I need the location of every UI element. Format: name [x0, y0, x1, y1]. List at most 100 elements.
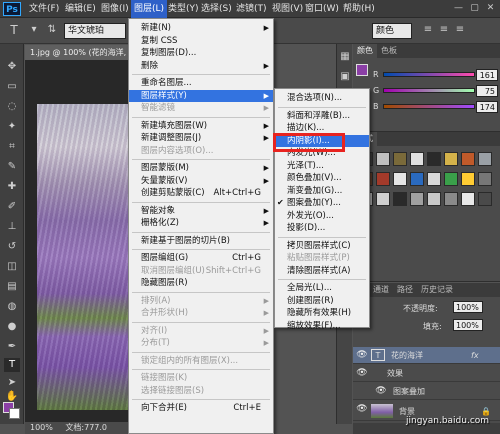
menu-filter[interactable]: 滤镜(T)	[233, 0, 270, 18]
gradient-tool-icon[interactable]: ▤	[4, 280, 20, 294]
style-swatch[interactable]	[393, 192, 407, 206]
font-family-select[interactable]: 华文琥珀	[64, 23, 126, 39]
layer-style-item[interactable]: 内阴影(I)...	[275, 134, 369, 147]
menu-layer[interactable]: 图层(L)	[131, 0, 168, 18]
align-center-icon[interactable]: ≡	[436, 23, 452, 37]
layer-menu-item[interactable]: 新建基于图层的切片(B)	[129, 235, 273, 247]
layer-menu-item[interactable]: 复制图层(D)...	[129, 47, 273, 59]
pen-tool-icon[interactable]: ✒	[4, 340, 20, 354]
g-slider[interactable]	[383, 88, 475, 93]
style-swatch[interactable]	[444, 152, 458, 166]
layer-style-item[interactable]: ✔ 图案叠加(Y)...	[275, 197, 369, 209]
fill-input[interactable]: 100%	[453, 319, 483, 331]
r-value[interactable]: 161	[476, 69, 498, 81]
layer-menu-item[interactable]: 矢量蒙版(V) ▶	[129, 175, 273, 187]
path-selection-icon[interactable]: ➤	[4, 376, 20, 390]
style-swatch[interactable]	[461, 172, 475, 186]
style-swatch[interactable]	[393, 172, 407, 186]
style-swatch[interactable]	[410, 172, 424, 186]
layer-style-item[interactable]: 斜面和浮雕(B)...	[275, 110, 369, 122]
style-swatch[interactable]	[427, 152, 441, 166]
menu-edit[interactable]: 编辑(E)	[62, 0, 99, 18]
eye-icon[interactable]: 👁	[356, 367, 368, 379]
layer-style-item[interactable]: 混合选项(N)...	[275, 92, 369, 104]
layer-style-item[interactable]: 全局光(L)...	[275, 282, 369, 294]
layer-row-text[interactable]: 👁 T 花的海洋 fx	[353, 347, 500, 364]
eye-icon[interactable]: 👁	[356, 403, 368, 415]
layer-style-item[interactable]: 内发光(W)...	[275, 147, 369, 159]
layer-menu-item[interactable]: 新建调整图层(J) ▶	[129, 132, 273, 144]
orientation-toggle-icon[interactable]: ⇅	[44, 23, 60, 37]
layer-style-item[interactable]: 颜色叠加(V)...	[275, 172, 369, 184]
style-swatch[interactable]	[461, 152, 475, 166]
eraser-tool-icon[interactable]: ◫	[4, 260, 20, 274]
style-swatch[interactable]	[427, 172, 441, 186]
layer-row-effects[interactable]: 👁 效果	[353, 365, 500, 382]
menu-type[interactable]: 类型(Y)	[165, 0, 202, 18]
r-slider[interactable]	[383, 72, 475, 77]
layer-style-item[interactable]: 描边(K)...	[275, 122, 369, 134]
style-swatch[interactable]	[461, 192, 475, 206]
move-tool-icon[interactable]: ✥	[4, 60, 20, 74]
minimize-button[interactable]: —	[452, 2, 465, 15]
layer-menu-item[interactable]: 向下合并(E) Ctrl+E	[129, 402, 273, 414]
tab-swatches[interactable]: 色板	[377, 44, 401, 58]
layer-style-item[interactable]: 光泽(T)...	[275, 160, 369, 172]
layer-menu-item[interactable]: 图层样式(Y) ▶	[129, 89, 273, 102]
style-swatch[interactable]	[427, 192, 441, 206]
background-color[interactable]	[9, 408, 20, 419]
layer-menu-item[interactable]: 图层编组(G) Ctrl+G	[129, 252, 273, 264]
tab-channels[interactable]: 通道	[369, 283, 393, 297]
layer-menu-item[interactable]: 复制 CSS	[129, 35, 273, 47]
crop-tool-icon[interactable]: ⌗	[4, 140, 20, 154]
layer-style-item[interactable]: 拷贝图层样式(C)	[275, 240, 369, 252]
layer-style-item[interactable]: 外发光(O)...	[275, 210, 369, 222]
font-style-select[interactable]: 颜色	[372, 23, 412, 39]
style-swatch[interactable]	[393, 152, 407, 166]
maximize-button[interactable]: ▢	[468, 2, 481, 15]
tab-color[interactable]: 颜色	[353, 44, 377, 58]
menu-view[interactable]: 视图(V)	[269, 0, 306, 18]
layer-menu-item[interactable]: 新建(N) ▶	[129, 22, 273, 34]
tab-history[interactable]: 历史记录	[417, 283, 457, 297]
marquee-tool-icon[interactable]: ▭	[4, 80, 20, 94]
style-swatch[interactable]	[478, 152, 492, 166]
menu-window[interactable]: 窗口(W)	[302, 0, 342, 18]
eyedropper-icon[interactable]: ✎	[4, 160, 20, 174]
layer-menu-item[interactable]: 图层蒙版(M) ▶	[129, 162, 273, 174]
layer-style-item[interactable]: 渐变叠加(G)...	[275, 185, 369, 197]
layer-style-item[interactable]: 缩放效果(F)...	[275, 320, 369, 332]
history-brush-icon[interactable]: ↺	[4, 240, 20, 254]
eye-icon[interactable]: 👁	[356, 349, 368, 361]
type-tool-icon[interactable]: T	[6, 23, 22, 37]
style-swatch[interactable]	[376, 192, 390, 206]
menu-help[interactable]: 帮助(H)	[340, 0, 378, 18]
lasso-tool-icon[interactable]: ◌	[4, 100, 20, 114]
properties-panel-icon[interactable]: ▣	[338, 70, 352, 84]
align-left-icon[interactable]: ≡	[420, 23, 436, 37]
layer-row-pattern-overlay[interactable]: 👁 图案叠加	[353, 383, 500, 400]
brush-tool-icon[interactable]: ✐	[4, 200, 20, 214]
layer-menu-item[interactable]: 栅格化(Z) ▶	[129, 217, 273, 229]
eye-icon[interactable]: 👁	[375, 385, 387, 397]
type-tool-icon[interactable]: T	[4, 358, 20, 372]
layer-menu-item[interactable]: 新建填充图层(W) ▶	[129, 120, 273, 132]
menu-image[interactable]: 图像(I)	[98, 0, 132, 18]
layer-menu-item[interactable]: 删除 ▶	[129, 60, 273, 72]
style-swatch[interactable]	[410, 192, 424, 206]
style-swatch[interactable]	[444, 192, 458, 206]
g-value[interactable]: 75	[476, 85, 498, 97]
healing-brush-icon[interactable]: ✚	[4, 180, 20, 194]
chevron-down-icon[interactable]: ▾	[26, 23, 42, 37]
dodge-tool-icon[interactable]: ●	[4, 320, 20, 334]
layer-menu-item[interactable]: 重命名图层...	[129, 77, 273, 89]
align-right-icon[interactable]: ≡	[452, 23, 468, 37]
blur-tool-icon[interactable]: ◍	[4, 300, 20, 314]
fx-badge[interactable]: fx	[471, 347, 479, 364]
style-swatch[interactable]	[376, 152, 390, 166]
canvas-area[interactable]	[25, 60, 128, 422]
magic-wand-icon[interactable]: ✦	[4, 120, 20, 134]
close-button[interactable]: ✕	[484, 2, 497, 15]
layer-style-item[interactable]: 清除图层样式(A)	[275, 265, 369, 277]
clone-stamp-icon[interactable]: ⊥	[4, 220, 20, 234]
